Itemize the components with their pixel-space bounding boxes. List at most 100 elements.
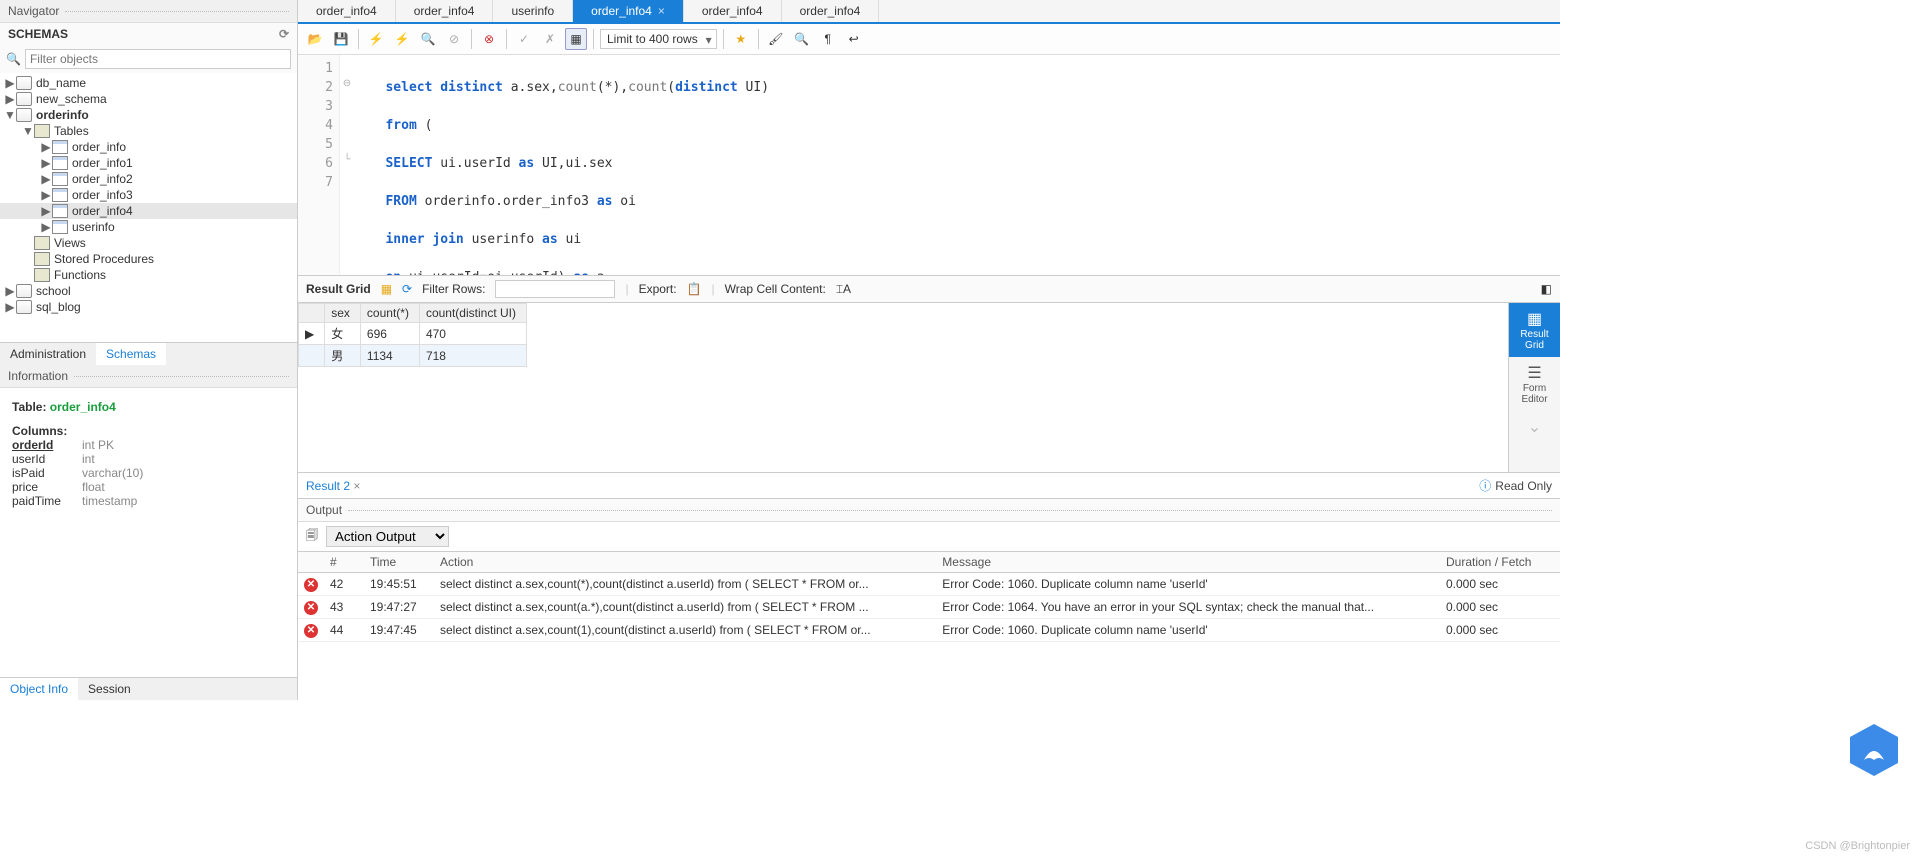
editor-tab[interactable]: order_info4 [782, 0, 880, 22]
col-header[interactable]: count(distinct UI) [419, 304, 526, 323]
cell[interactable]: 696 [360, 323, 419, 345]
toggle-icon[interactable]: ▦ [565, 28, 587, 50]
result-row[interactable]: ▶女696470 [299, 323, 527, 345]
execute-current-icon[interactable]: ⚡ [391, 28, 413, 50]
expand-icon[interactable]: ▼ [22, 124, 34, 138]
col-header[interactable]: # [324, 552, 364, 573]
schema-tree[interactable]: ▶db_name▶new_schema▼orderinfo▼Tables▶ord… [0, 73, 297, 342]
expand-icon[interactable]: ▶ [40, 188, 52, 202]
filter-objects-input[interactable] [25, 49, 291, 69]
refresh-icon[interactable]: ⟳ [279, 27, 289, 41]
tree-node-order_info2[interactable]: ▶order_info2 [0, 171, 297, 187]
tree-node-functions[interactable]: Functions [0, 267, 297, 283]
tab-session[interactable]: Session [78, 678, 141, 700]
col-header[interactable]: Duration / Fetch [1440, 552, 1560, 573]
tree-node-tables[interactable]: ▼Tables [0, 123, 297, 139]
tree-node-school[interactable]: ▶school [0, 283, 297, 299]
panel-toggle-icon[interactable]: ◧ [1541, 282, 1552, 296]
output-clear-icon[interactable]: 🗐 [306, 526, 318, 547]
tree-label: Views [54, 236, 86, 250]
find-icon[interactable]: 🔍 [791, 28, 813, 50]
tree-node-db_name[interactable]: ▶db_name [0, 75, 297, 91]
out-time: 19:47:45 [364, 619, 434, 642]
out-time: 19:47:27 [364, 596, 434, 619]
out-num: 44 [324, 619, 364, 642]
expand-icon[interactable]: ▶ [40, 156, 52, 170]
row-limit-select[interactable]: Limit to 400 rows ▾ [600, 29, 717, 49]
expand-icon[interactable]: ▶ [40, 220, 52, 234]
nav-down-icon[interactable]: ⌄ [1509, 411, 1560, 443]
sql-editor[interactable]: 1234567 ⊖└ select distinct a.sex,count(*… [298, 55, 1560, 275]
save-icon[interactable]: 💾 [330, 28, 352, 50]
editor-tab[interactable]: order_info4 [298, 0, 396, 22]
commit-icon[interactable]: ⊗ [478, 28, 500, 50]
col-header[interactable]: Message [936, 552, 1440, 573]
code-area[interactable]: select distinct a.sex,count(*),count(dis… [354, 55, 1560, 275]
tree-node-stored-procedures[interactable]: Stored Procedures [0, 251, 297, 267]
close-tab-icon[interactable]: × [658, 4, 665, 18]
form-editor-tool[interactable]: ☰Form Editor [1509, 357, 1560, 411]
expand-icon[interactable]: ▶ [4, 300, 16, 314]
tab-administration[interactable]: Administration [0, 343, 96, 365]
tab-schemas[interactable]: Schemas [96, 343, 166, 365]
cell[interactable]: 1134 [360, 345, 419, 367]
cell[interactable]: 470 [419, 323, 526, 345]
tree-node-order_info4[interactable]: ▶order_info4 [0, 203, 297, 219]
tree-node-userinfo[interactable]: ▶userinfo [0, 219, 297, 235]
cell[interactable]: 718 [419, 345, 526, 367]
tab-object-info[interactable]: Object Info [0, 678, 78, 700]
output-row[interactable]: ✕4419:47:45select distinct a.sex,count(1… [298, 619, 1560, 642]
output-type-select[interactable]: Action Output [326, 526, 449, 547]
output-row[interactable]: ✕4319:47:27select distinct a.sex,count(a… [298, 596, 1560, 619]
tree-node-new_schema[interactable]: ▶new_schema [0, 91, 297, 107]
execute-icon[interactable]: ⚡ [365, 28, 387, 50]
result-row[interactable]: 男1134718 [299, 345, 527, 367]
editor-tab[interactable]: userinfo [493, 0, 573, 22]
wrap-icon[interactable]: ↩ [843, 28, 865, 50]
sql-toolbar: 📂 💾 ⚡ ⚡ 🔍 ⊘ ⊗ ✓ ✗ ▦ Limit to 400 rows ▾ … [298, 24, 1560, 55]
expand-icon[interactable]: ▼ [4, 108, 16, 122]
editor-tab[interactable]: order_info4 [684, 0, 782, 22]
col-header[interactable]: sex [325, 304, 361, 323]
tree-node-sql_blog[interactable]: ▶sql_blog [0, 299, 297, 315]
export-icon[interactable]: 📋 [687, 282, 702, 296]
output-row[interactable]: ✕4219:45:51select distinct a.sex,count(*… [298, 573, 1560, 596]
editor-tab[interactable]: order_info4 [396, 0, 494, 22]
result-grid[interactable]: sexcount(*)count(distinct UI)▶女696470男11… [298, 303, 1508, 472]
close-result-icon[interactable]: × [353, 479, 360, 493]
expand-icon[interactable]: ▶ [4, 76, 16, 90]
favorite-icon[interactable]: ★ [730, 28, 752, 50]
fold-gutter[interactable]: ⊖└ [340, 55, 354, 275]
tree-node-order_info[interactable]: ▶order_info [0, 139, 297, 155]
beautify-icon[interactable]: 🖌 [765, 28, 787, 50]
cell[interactable]: 女 [325, 323, 361, 345]
expand-icon[interactable]: ▶ [4, 92, 16, 106]
expand-icon[interactable]: ▶ [40, 172, 52, 186]
expand-icon[interactable]: ▶ [40, 140, 52, 154]
open-icon[interactable]: 📂 [304, 28, 326, 50]
output-grid[interactable]: #TimeActionMessageDuration / Fetch✕4219:… [298, 551, 1560, 642]
tree-node-views[interactable]: Views [0, 235, 297, 251]
grid-icon[interactable]: ▦ [381, 282, 392, 296]
col-header[interactable]: count(*) [360, 304, 419, 323]
result-tab[interactable]: Result 2 × [306, 479, 360, 493]
filter-rows-input[interactable] [495, 280, 615, 298]
col-header[interactable]: Action [434, 552, 936, 573]
editor-tab[interactable]: order_info4× [573, 0, 684, 22]
invisible-icon[interactable]: ¶ [817, 28, 839, 50]
refresh-results-icon[interactable]: ⟳ [402, 282, 412, 296]
explain-icon[interactable]: 🔍 [417, 28, 439, 50]
rollback-icon[interactable]: ✗ [539, 28, 561, 50]
wrap-cell-icon[interactable]: ⌶A [836, 282, 851, 297]
tree-node-orderinfo[interactable]: ▼orderinfo [0, 107, 297, 123]
out-dur: 0.000 sec [1440, 619, 1560, 642]
expand-icon[interactable]: ▶ [40, 204, 52, 218]
cell[interactable]: 男 [325, 345, 361, 367]
tree-node-order_info3[interactable]: ▶order_info3 [0, 187, 297, 203]
stop-icon[interactable]: ⊘ [443, 28, 465, 50]
result-grid-tool[interactable]: ▦Result Grid [1509, 303, 1560, 357]
expand-icon[interactable]: ▶ [4, 284, 16, 298]
tree-node-order_info1[interactable]: ▶order_info1 [0, 155, 297, 171]
col-header[interactable]: Time [364, 552, 434, 573]
autocommit-icon[interactable]: ✓ [513, 28, 535, 50]
